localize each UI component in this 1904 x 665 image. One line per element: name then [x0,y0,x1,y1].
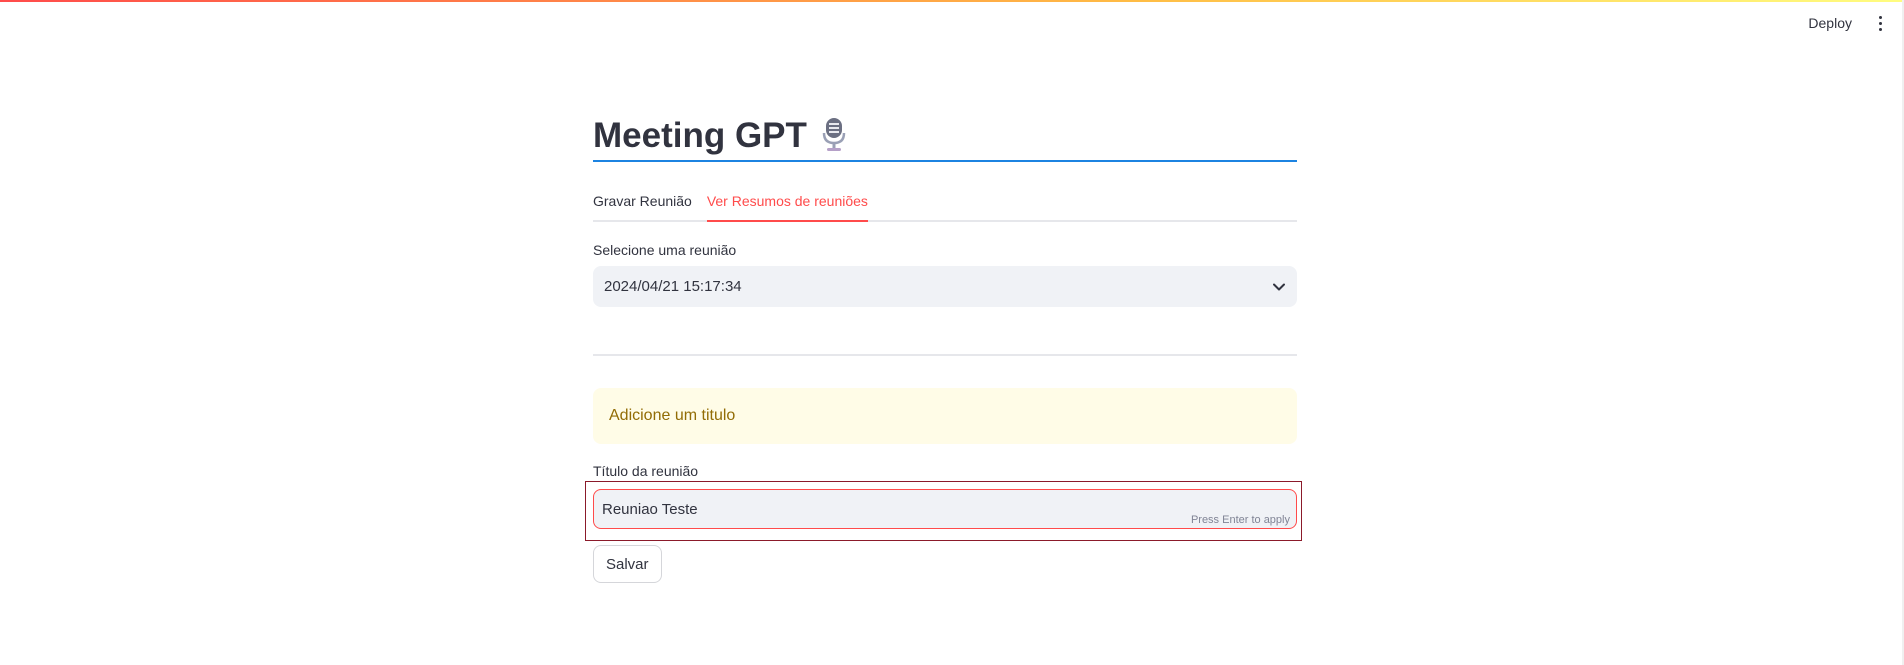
meeting-select[interactable]: 2024/04/21 15:17:34 [593,266,1297,307]
chevron-down-icon[interactable] [1273,283,1285,291]
deploy-button[interactable]: Deploy [1802,13,1858,33]
select-meeting-label: Selecione uma reunião [593,242,737,258]
meeting-title-field[interactable]: Press Enter to apply [593,489,1297,529]
warning-alert: Adicione um titulo [593,388,1297,444]
title-header: Meeting GPT [593,110,1297,162]
page-title: Meeting GPT [593,115,807,155]
meeting-title-label: Título da reunião [593,463,699,479]
tab-bar: Gravar Reunião Ver Resumos de reuniões [593,188,1297,222]
tab-gravar-reuniao[interactable]: Gravar Reunião [593,188,692,222]
app-toolbar: Deploy [1802,12,1888,34]
save-button[interactable]: Salvar [593,545,662,583]
top-decoration-stripe [0,0,1904,2]
tab-ver-resumos[interactable]: Ver Resumos de reuniões [706,188,868,222]
microphone-icon [822,118,846,151]
kebab-menu-icon[interactable] [1872,15,1888,31]
warning-alert-text: Adicione um titulo [609,407,736,424]
meeting-select-value: 2024/04/21 15:17:34 [604,278,742,295]
input-hint: Press Enter to apply [1190,514,1290,526]
section-divider [593,354,1297,356]
meeting-title-input[interactable] [602,490,1162,528]
